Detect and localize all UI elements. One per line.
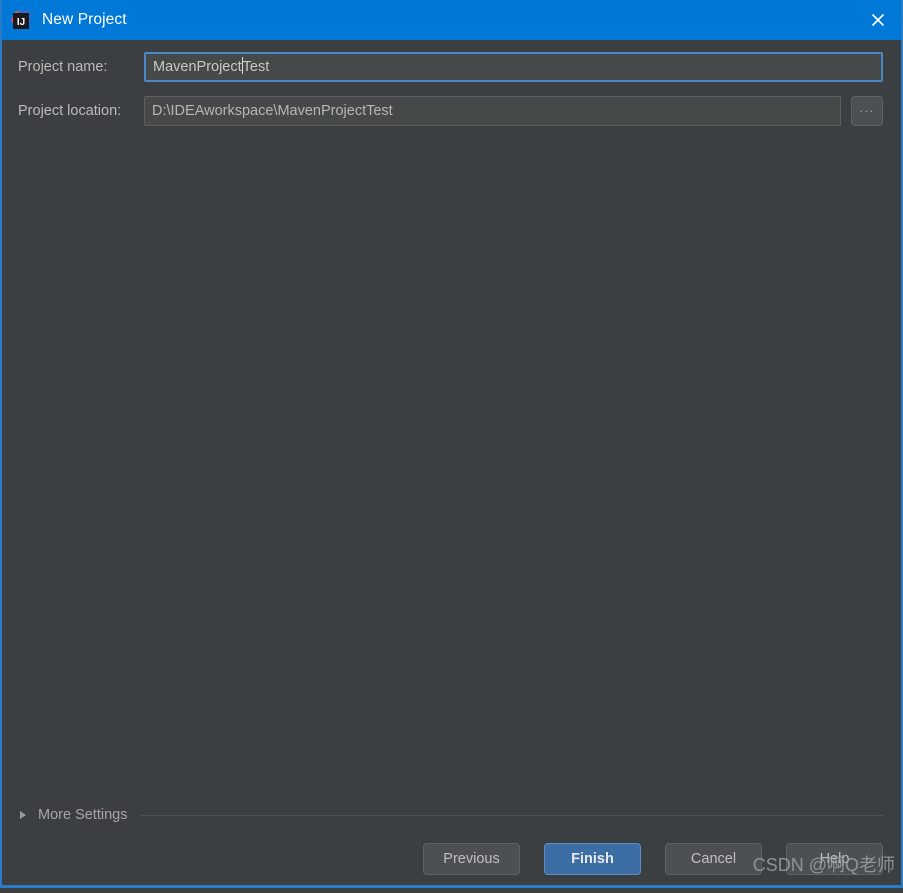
cancel-button[interactable]: Cancel <box>665 843 762 875</box>
finish-button[interactable]: Finish <box>544 843 641 875</box>
project-name-row: Project name: MavenProjectTest <box>18 52 883 82</box>
screen: IJ New Project Project name: MavenProjec… <box>0 0 903 893</box>
project-location-input[interactable]: D:\IDEAworkspace\MavenProjectTest <box>144 96 841 126</box>
section-divider <box>141 814 883 816</box>
intellij-idea-icon: IJ <box>10 9 32 31</box>
previous-button[interactable]: Previous <box>423 843 520 875</box>
project-name-value-head: MavenProject <box>153 59 242 75</box>
project-name-label: Project name: <box>18 59 108 75</box>
browse-button[interactable]: ... <box>851 96 883 126</box>
dialog-title: New Project <box>42 11 127 28</box>
new-project-dialog: IJ New Project Project name: MavenProjec… <box>0 0 903 888</box>
project-location-label: Project location: <box>18 103 122 119</box>
help-button[interactable]: Help <box>786 843 883 875</box>
project-location-row: Project location: D:\IDEAworkspace\Maven… <box>18 96 883 126</box>
project-name-value-tail: Test <box>242 59 270 75</box>
dialog-titlebar: IJ New Project <box>2 0 901 40</box>
dialog-button-bar: Previous Finish Cancel Help <box>423 843 883 875</box>
more-settings-label: More Settings <box>38 807 128 823</box>
close-icon[interactable] <box>855 0 901 40</box>
chevron-right-icon <box>20 811 26 819</box>
project-name-input[interactable]: MavenProjectTest <box>144 52 883 82</box>
dialog-body: Project name: MavenProjectTest Project l… <box>2 40 901 885</box>
more-settings-section[interactable]: More Settings <box>20 805 883 825</box>
svg-text:IJ: IJ <box>17 17 25 28</box>
